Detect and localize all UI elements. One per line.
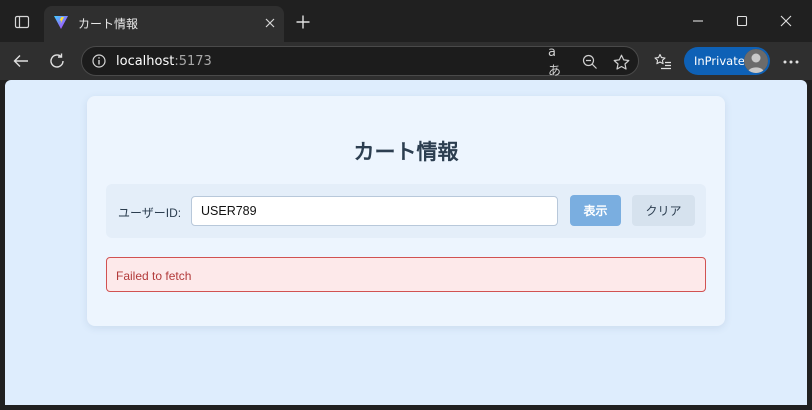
browser-toolbar: localhost:5173 aあ InPrivate (0, 42, 812, 80)
browser-tab[interactable]: カート情報 (44, 6, 284, 42)
settings-more-button[interactable] (779, 50, 803, 74)
inprivate-badge[interactable]: InPrivate (684, 47, 770, 75)
address-bar[interactable]: localhost:5173 aあ (81, 45, 639, 79)
tab-actions-button[interactable] (8, 8, 36, 36)
error-message-box: Failed to fetch (106, 257, 706, 292)
info-icon (92, 54, 106, 68)
url-host: localhost (116, 54, 175, 69)
close-icon (780, 15, 792, 27)
tab-close-button[interactable] (262, 15, 278, 31)
user-id-label: ユーザーID: (118, 206, 182, 220)
user-search-form: ユーザーID: 表示 クリア (106, 184, 706, 238)
tab-title: カート情報 (78, 17, 139, 31)
maximize-icon (736, 15, 748, 27)
zoom-button[interactable] (580, 52, 600, 72)
user-id-input[interactable] (191, 196, 558, 226)
cart-card: カート情報 ユーザーID: 表示 クリア Failed to fetch (87, 96, 725, 326)
url-port: :5173 (174, 54, 212, 69)
page-title: カート情報 (353, 141, 459, 164)
minimize-button[interactable] (678, 6, 718, 36)
favorites-star-list-icon (654, 53, 671, 70)
star-icon (613, 54, 629, 70)
window-close-button[interactable] (766, 6, 806, 36)
vite-logo-icon (54, 16, 68, 29)
clear-button[interactable]: クリア (632, 195, 695, 226)
tab-actions-icon (14, 15, 30, 29)
refresh-button[interactable] (43, 47, 71, 75)
zoom-out-icon (582, 54, 597, 69)
plus-icon (296, 15, 310, 29)
more-horizontal-icon (783, 60, 799, 64)
refresh-icon (50, 53, 64, 68)
maximize-button[interactable] (722, 6, 762, 36)
new-tab-button[interactable] (290, 9, 316, 35)
show-button[interactable]: 表示 (570, 195, 621, 226)
page-viewport: カート情報 ユーザーID: 表示 クリア Failed to fetch (5, 80, 807, 405)
favorite-button[interactable] (611, 52, 631, 72)
site-info-button[interactable] (91, 53, 107, 69)
error-message: Failed to fetch (116, 269, 192, 283)
browser-title-bar: カート情報 (0, 0, 812, 42)
person-icon (744, 49, 768, 73)
minimize-icon (693, 20, 703, 22)
close-icon (265, 18, 275, 28)
profile-avatar (744, 49, 768, 73)
translate-icon[interactable]: aあ (548, 45, 568, 79)
back-button[interactable] (7, 47, 35, 75)
address-url[interactable]: localhost:5173 (116, 54, 212, 69)
favorites-list-button[interactable] (652, 51, 674, 73)
inprivate-label: InPrivate (694, 54, 745, 68)
arrow-left-icon (13, 55, 28, 67)
